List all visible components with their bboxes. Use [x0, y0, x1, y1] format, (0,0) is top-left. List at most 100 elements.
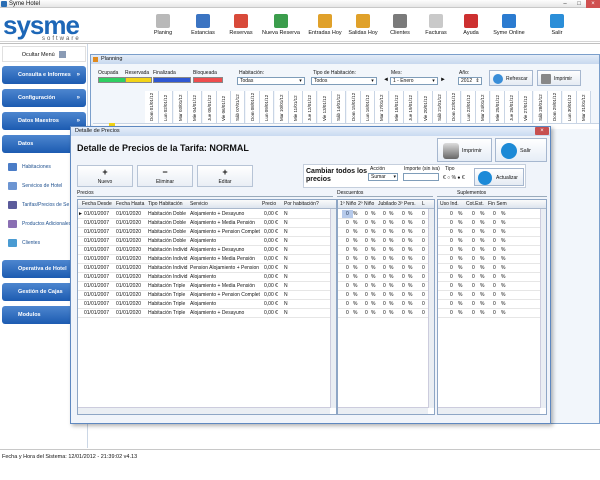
table-row[interactable]: 0% 0% 0% 0% 0	[338, 237, 434, 246]
nuevo-button[interactable]: + Nuevo	[77, 165, 133, 187]
column-header[interactable]: Fin Sem	[488, 201, 507, 207]
next-month-button[interactable]: ►	[440, 77, 446, 83]
column-header[interactable]: Jubilado	[378, 201, 397, 207]
table-row[interactable]: 0% 0% 0%	[438, 300, 546, 309]
planning-day-header[interactable]: Dom 29/01/12	[548, 91, 563, 123]
toolbar-clientes-button[interactable]: Clientes	[380, 11, 420, 41]
table-row[interactable]: 0% 0% 0% 0% 0	[338, 291, 434, 300]
habitacion-select[interactable]: Todas ▾	[237, 77, 305, 85]
toolbar-planing-button[interactable]: Planing	[143, 11, 183, 41]
column-header[interactable]: Precio	[262, 201, 276, 207]
table-row[interactable]: 01/01/2007 01/01/2020 Habitación Doble Aloj…	[78, 237, 336, 246]
planning-day-header[interactable]: Lun 02/01/12	[159, 91, 174, 123]
vertical-scrollbar[interactable]	[330, 209, 336, 408]
toolbar-facturas-button[interactable]: Facturas	[416, 11, 456, 41]
toolbar-nueva-reserva-button[interactable]: Nueva Reserva	[261, 11, 301, 41]
table-row[interactable]: 01/01/2007 01/01/2020 Habitación Doble Aloj…	[78, 219, 336, 228]
table-row[interactable]: 0% 0% 0% 0% 0	[338, 210, 434, 219]
column-header[interactable]: Fecha Hasta	[116, 201, 144, 207]
tipo-habitacion-select[interactable]: Todos ▾	[311, 77, 377, 85]
table-row[interactable]: 0% 0% 0% 0% 0	[338, 219, 434, 228]
planning-day-header[interactable]: Lun 09/01/12	[260, 91, 275, 123]
planning-day-header[interactable]: Sáb 07/01/12	[231, 91, 246, 123]
table-row[interactable]: 01/01/2007 01/01/2020 Habitación Individ Al…	[78, 273, 336, 282]
anio-spinner[interactable]: 2012 ⇕	[458, 77, 482, 85]
table-row[interactable]: 01/01/2007 01/01/2020 Habitación Individ Al…	[78, 255, 336, 264]
table-row[interactable]: 0% 0% 0%	[438, 219, 546, 228]
column-header[interactable]: Cot.Est.	[466, 201, 484, 207]
planning-day-header[interactable]: Mar 03/01/12	[173, 91, 188, 123]
table-row[interactable]: 01/01/2007 01/01/2020 Habitación Individ Al…	[78, 246, 336, 255]
table-row[interactable]: 0% 0% 0% 0% 0	[338, 264, 434, 273]
horizontal-scrollbar[interactable]	[438, 407, 540, 414]
vertical-scrollbar[interactable]	[428, 209, 434, 408]
planning-day-header[interactable]: Vie 20/01/12	[418, 91, 433, 123]
planning-print-button[interactable]: Imprimir	[537, 70, 581, 86]
table-row[interactable]: 0% 0% 0% 0% 0	[338, 282, 434, 291]
table-row[interactable]: 01/01/2007 01/01/2020 Habitación Triple Alo…	[78, 282, 336, 291]
planning-day-header[interactable]: Dom 08/01/12	[245, 91, 260, 123]
column-header[interactable]: 3º Pers.	[398, 201, 416, 207]
selected-cell[interactable]	[342, 210, 353, 218]
maximize-button[interactable]: □	[572, 0, 586, 8]
table-row[interactable]: 0% 0% 0%	[438, 246, 546, 255]
planning-day-header[interactable]: Dom 22/01/12	[447, 91, 462, 123]
refresh-button[interactable]: Refrescar	[489, 70, 533, 86]
planning-day-header[interactable]: Jue 26/01/12	[505, 91, 519, 123]
table-row[interactable]: 01/01/2007 01/01/2020 Habitación Doble Aloj…	[78, 228, 336, 237]
table-row[interactable]: 0% 0% 0%	[438, 237, 546, 246]
accion-select[interactable]: Sumar ▾	[368, 173, 398, 181]
toolbar-reservas-button[interactable]: Reservas	[221, 11, 261, 41]
table-row[interactable]: 0% 0% 0%	[438, 210, 546, 219]
table-row[interactable]: 0% 0% 0%	[438, 264, 546, 273]
close-button[interactable]: ×	[586, 0, 600, 8]
planning-day-header[interactable]: Mie 25/01/12	[490, 91, 505, 123]
column-header[interactable]: 1º Niño	[340, 201, 356, 207]
table-row[interactable]: 0% 0% 0% 0% 0	[338, 228, 434, 237]
table-row[interactable]: 01/01/2007 01/01/2020 Habitación Individ Pe…	[78, 264, 336, 273]
hide-menu-button[interactable]: Ocultar Menú	[2, 46, 86, 62]
column-header[interactable]: Por habitación?	[284, 201, 319, 207]
table-row[interactable]: 0% 0% 0%	[438, 273, 546, 282]
horizontal-scrollbar[interactable]	[338, 407, 428, 414]
planning-day-header[interactable]: Sáb 21/01/12	[433, 91, 447, 123]
table-row[interactable]: 0% 0% 0% 0% 0	[338, 309, 434, 318]
toolbar-ayuda-button[interactable]: Ayuda	[451, 11, 491, 41]
column-header[interactable]: Servicio	[190, 201, 208, 207]
toolbar-syme-online-button[interactable]: Syme Online	[489, 11, 529, 41]
planning-day-header[interactable]: Mie 11/01/12	[289, 91, 303, 123]
planning-day-header[interactable]: Mar 10/01/12	[274, 91, 289, 123]
toolbar-salir-button[interactable]: Salir	[537, 11, 577, 41]
planning-day-header[interactable]: Mie 04/01/12	[188, 91, 203, 123]
toolbar-entradas-hoy-button[interactable]: Entradas Hoy	[305, 11, 345, 41]
column-header[interactable]: Tipo Habitación	[148, 201, 183, 207]
planning-day-header[interactable]: Lun 30/01/12	[562, 91, 577, 123]
planning-day-header[interactable]: Dom 15/01/12	[346, 91, 361, 123]
table-row[interactable]: 0% 0% 0% 0% 0	[338, 273, 434, 282]
planning-day-header[interactable]: Mar 31/01/12	[577, 91, 591, 123]
importe-input[interactable]	[403, 173, 439, 181]
planning-day-header[interactable]: Lun 16/01/12	[361, 91, 375, 123]
column-header[interactable]: Fecha Desde	[82, 201, 112, 207]
table-row[interactable]: 0% 0% 0%	[438, 282, 546, 291]
table-row[interactable]: 01/01/2007 01/01/2020 Habitación Doble Aloj…	[78, 210, 336, 219]
planning-day-header[interactable]: Vie 13/01/12	[317, 91, 332, 123]
column-header[interactable]: Uso Ind.	[440, 201, 459, 207]
planning-day-header[interactable]: Mar 17/01/12	[375, 91, 390, 123]
column-header[interactable]: 2º Niño	[358, 201, 374, 207]
table-row[interactable]: 0% 0% 0%	[438, 255, 546, 264]
table-row[interactable]: 01/01/2007 01/01/2020 Habitación Triple Alo…	[78, 309, 336, 318]
planning-day-header[interactable]: Lun 23/01/12	[461, 91, 476, 123]
update-button[interactable]: Actualizar	[474, 168, 524, 186]
sidebar-category-consulta-e-informes[interactable]: Consulta e Informes »	[2, 66, 86, 84]
table-row[interactable]: 0% 0% 0% 0% 0	[338, 300, 434, 309]
planning-day-header[interactable]: Jue 19/01/12	[404, 91, 419, 123]
horizontal-scrollbar[interactable]	[78, 407, 330, 414]
tipo-radio-group[interactable]: € ○ % ● €	[443, 175, 465, 181]
dialog-close-button[interactable]: ×	[535, 127, 549, 135]
toolbar-salidas-hoy-button[interactable]: Salidas Hoy	[343, 11, 383, 41]
planning-day-header[interactable]: Sáb 28/01/12	[533, 91, 548, 123]
mes-select[interactable]: 1 - Enero ▾	[390, 77, 438, 85]
planning-day-header[interactable]: Mar 24/01/12	[476, 91, 491, 123]
table-row[interactable]: 0% 0% 0%	[438, 309, 546, 318]
